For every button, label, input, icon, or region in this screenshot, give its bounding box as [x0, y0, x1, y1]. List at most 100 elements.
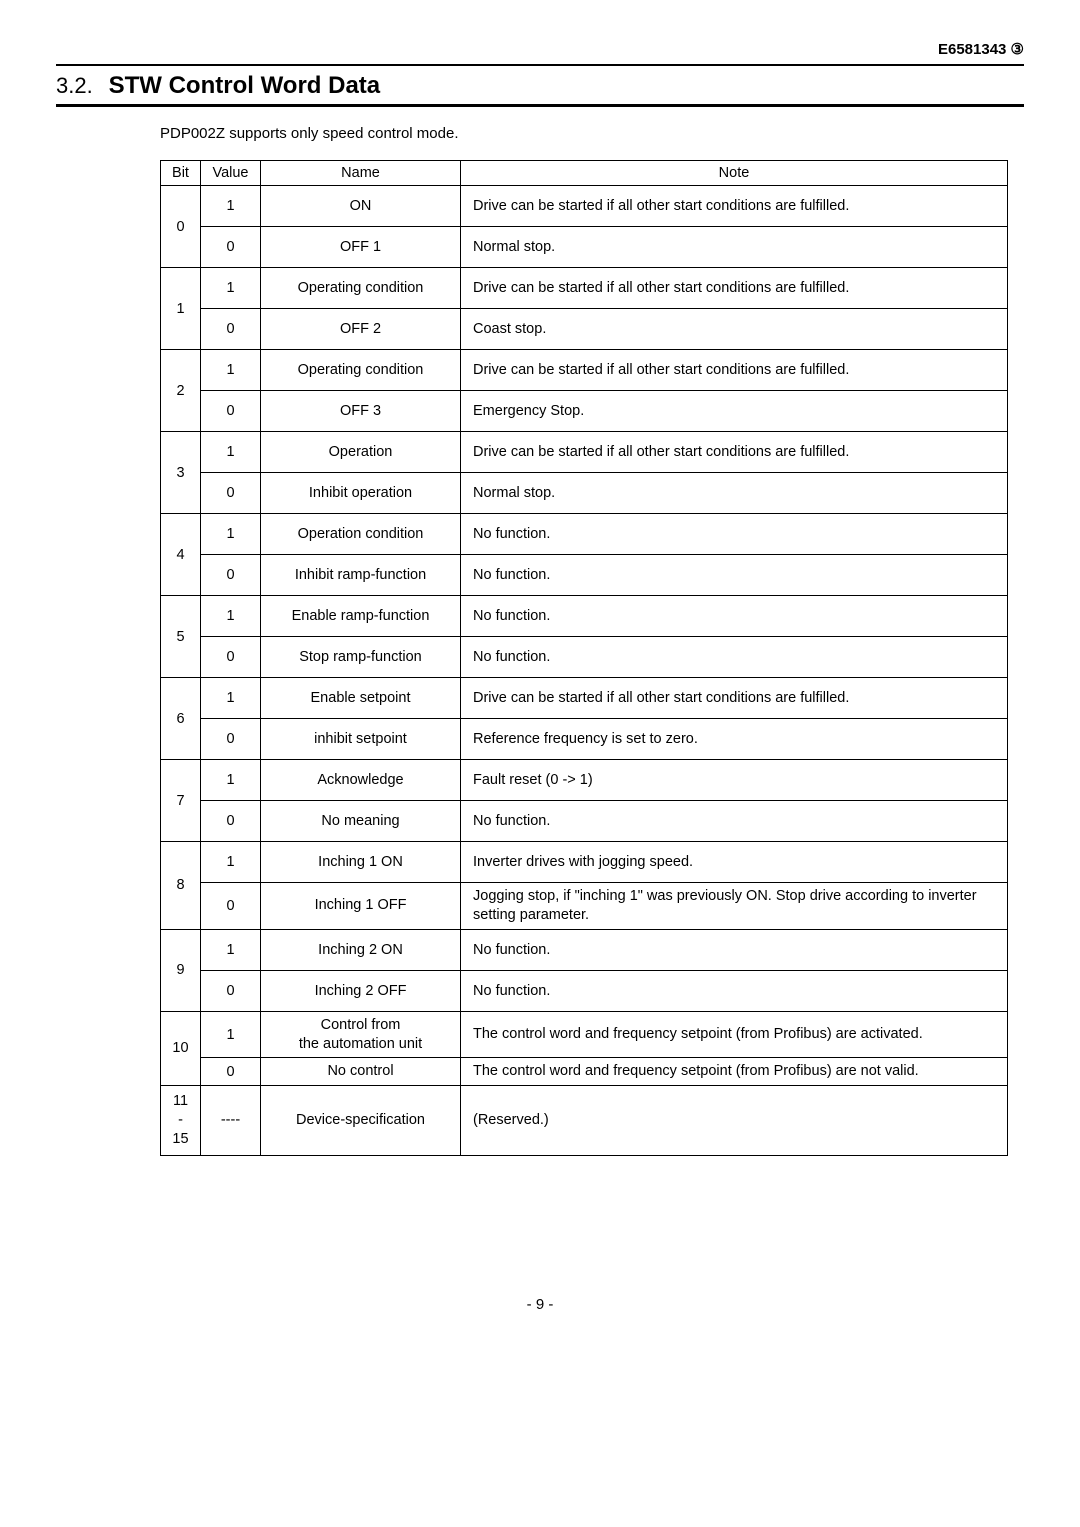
cell-note: No function. [461, 514, 1008, 555]
cell-note: Fault reset (0 -> 1) [461, 760, 1008, 801]
cell-note: The control word and frequency setpoint … [461, 1011, 1008, 1058]
cell-name: OFF 2 [261, 309, 461, 350]
cell-name: inhibit setpoint [261, 719, 461, 760]
cell-value: 1 [201, 186, 261, 227]
cell-value: 1 [201, 596, 261, 637]
cell-name: Enable ramp-function [261, 596, 461, 637]
table-row: 0 No meaning No function. [161, 801, 1008, 842]
cell-bit: 10 [161, 1011, 201, 1086]
header-note: Note [461, 161, 1008, 186]
cell-value: 1 [201, 432, 261, 473]
cell-note: Drive can be started if all other start … [461, 186, 1008, 227]
cell-value: 0 [201, 883, 261, 930]
cell-note: No function. [461, 970, 1008, 1011]
cell-value: 0 [201, 309, 261, 350]
stw-table: Bit Value Name Note 0 1 ON Drive can be … [160, 160, 1008, 1156]
table-row: 0 OFF 2 Coast stop. [161, 309, 1008, 350]
cell-note: Inverter drives with jogging speed. [461, 842, 1008, 883]
cell-name: Inching 2 OFF [261, 970, 461, 1011]
cell-value: 0 [201, 473, 261, 514]
table-row: 3 1 Operation Drive can be started if al… [161, 432, 1008, 473]
table-row: 6 1 Enable setpoint Drive can be started… [161, 678, 1008, 719]
header-value: Value [201, 161, 261, 186]
table-row: 4 1 Operation condition No function. [161, 514, 1008, 555]
cell-value: 0 [201, 801, 261, 842]
table-row: 0 Stop ramp-function No function. [161, 637, 1008, 678]
cell-note: Drive can be started if all other start … [461, 432, 1008, 473]
cell-note: (Reserved.) [461, 1086, 1008, 1156]
table-row: 0 Inhibit ramp-function No function. [161, 555, 1008, 596]
cell-name: No meaning [261, 801, 461, 842]
cell-note: No function. [461, 929, 1008, 970]
table-row: 5 1 Enable ramp-function No function. [161, 596, 1008, 637]
cell-note: Emergency Stop. [461, 391, 1008, 432]
header-bit: Bit [161, 161, 201, 186]
cell-name: Inhibit ramp-function [261, 555, 461, 596]
cell-bit: 2 [161, 350, 201, 432]
cell-bit: 1 [161, 268, 201, 350]
table-row: 7 1 Acknowledge Fault reset (0 -> 1) [161, 760, 1008, 801]
cell-bit: 4 [161, 514, 201, 596]
table-row: 0 Inching 2 OFF No function. [161, 970, 1008, 1011]
table-row: 10 1 Control from the automation unit Th… [161, 1011, 1008, 1058]
cell-bit: 5 [161, 596, 201, 678]
cell-note: Reference frequency is set to zero. [461, 719, 1008, 760]
cell-name: Inching 1 OFF [261, 883, 461, 930]
cell-value: 1 [201, 760, 261, 801]
cell-value: 0 [201, 391, 261, 432]
table-row: 0 Inching 1 OFF Jogging stop, if "inchin… [161, 883, 1008, 930]
cell-name: ON [261, 186, 461, 227]
cell-name: OFF 1 [261, 227, 461, 268]
intro-text: PDP002Z supports only speed control mode… [160, 125, 1024, 142]
cell-value: ---- [201, 1086, 261, 1156]
table-row: 0 inhibit setpoint Reference frequency i… [161, 719, 1008, 760]
page-number: - 9 - [56, 1296, 1024, 1313]
cell-value: 1 [201, 842, 261, 883]
table-row: 0 No control The control word and freque… [161, 1058, 1008, 1086]
table-row: 1 1 Operating condition Drive can be sta… [161, 268, 1008, 309]
cell-note: Coast stop. [461, 309, 1008, 350]
cell-value: 0 [201, 970, 261, 1011]
cell-note: No function. [461, 801, 1008, 842]
doc-code: E6581343 ③ [56, 40, 1024, 58]
table-row: 0 Inhibit operation Normal stop. [161, 473, 1008, 514]
cell-bit: 7 [161, 760, 201, 842]
table-row: 2 1 Operating condition Drive can be sta… [161, 350, 1008, 391]
cell-name: Operation condition [261, 514, 461, 555]
cell-name: Inhibit operation [261, 473, 461, 514]
cell-note: Drive can be started if all other start … [461, 678, 1008, 719]
cell-note: Drive can be started if all other start … [461, 268, 1008, 309]
cell-note: Normal stop. [461, 227, 1008, 268]
cell-value: 1 [201, 350, 261, 391]
cell-name: Device-specification [261, 1086, 461, 1156]
cell-name: Enable setpoint [261, 678, 461, 719]
cell-bit: 0 [161, 186, 201, 268]
cell-bit: 6 [161, 678, 201, 760]
cell-bit: 9 [161, 929, 201, 1011]
table-header-row: Bit Value Name Note [161, 161, 1008, 186]
cell-bit: 3 [161, 432, 201, 514]
cell-value: 0 [201, 1058, 261, 1086]
cell-note: Drive can be started if all other start … [461, 350, 1008, 391]
table-row: 11 - 15 ---- Device-specification (Reser… [161, 1086, 1008, 1156]
cell-note: Normal stop. [461, 473, 1008, 514]
cell-value: 1 [201, 514, 261, 555]
table-row: 0 1 ON Drive can be started if all other… [161, 186, 1008, 227]
section-rule-bottom [56, 104, 1024, 107]
cell-name: No control [261, 1058, 461, 1086]
cell-note: No function. [461, 637, 1008, 678]
cell-value: 0 [201, 637, 261, 678]
cell-bit: 11 - 15 [161, 1086, 201, 1156]
cell-name: Inching 1 ON [261, 842, 461, 883]
cell-note: Jogging stop, if "inching 1" was previou… [461, 883, 1008, 930]
cell-name: Inching 2 ON [261, 929, 461, 970]
cell-name: Control from the automation unit [261, 1011, 461, 1058]
cell-note: No function. [461, 596, 1008, 637]
cell-value: 1 [201, 268, 261, 309]
section-number: 3.2. [56, 73, 93, 99]
cell-value: 1 [201, 929, 261, 970]
cell-name: Operating condition [261, 350, 461, 391]
cell-name: Operation [261, 432, 461, 473]
cell-name: OFF 3 [261, 391, 461, 432]
table-row: 0 OFF 3 Emergency Stop. [161, 391, 1008, 432]
